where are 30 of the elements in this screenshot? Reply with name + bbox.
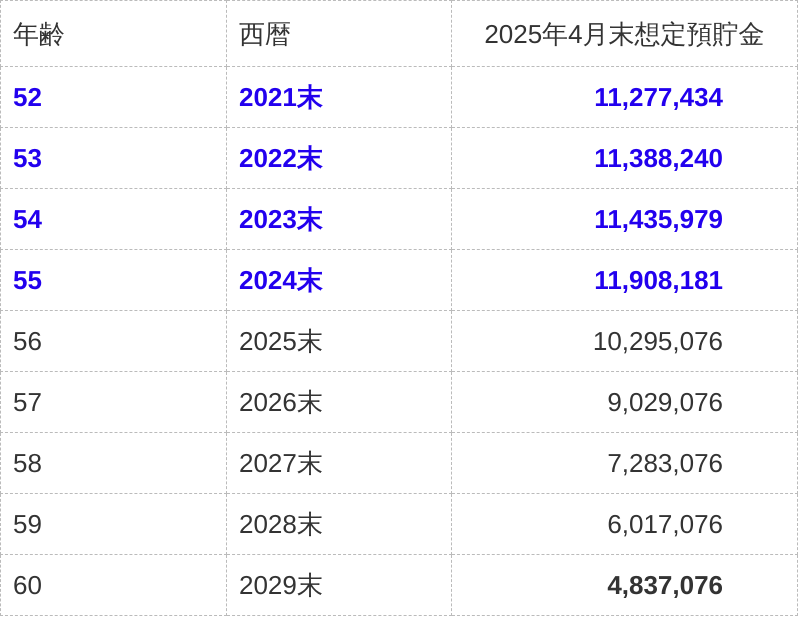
table-cell: 7,283,076 [452,432,798,494]
table-cell: 2026末 [226,372,452,432]
column-header: 年齢 [0,0,226,66]
table-cell: 52 [0,66,226,128]
table-cell: 10,295,076 [452,310,798,372]
column-header: 西暦 [226,0,452,66]
table-cell: 2021末 [226,66,452,128]
table-cell: 2028末 [226,494,452,554]
table-cell: 2029末 [226,554,452,616]
table-cell: 58 [0,432,226,494]
table-cell: 53 [0,128,226,188]
table-cell: 2025末 [226,310,452,372]
table-cell: 11,435,979 [452,188,798,250]
table-cell: 54 [0,188,226,250]
table-cell: 59 [0,494,226,554]
table-cell: 11,388,240 [452,128,798,188]
table-cell: 2023末 [226,188,452,250]
table-cell: 6,017,076 [452,494,798,554]
table-cell: 60 [0,554,226,616]
table-cell: 57 [0,372,226,432]
table-cell: 9,029,076 [452,372,798,432]
table-cell: 2022末 [226,128,452,188]
table-cell: 56 [0,310,226,372]
table-cell: 2027末 [226,432,452,494]
table-cell: 2024末 [226,250,452,310]
column-header: 2025年4月末想定預貯金 [452,0,798,66]
table-cell: 11,277,434 [452,66,798,128]
table-cell: 4,837,076 [452,554,798,616]
table-cell: 55 [0,250,226,310]
table-cell: 11,908,181 [452,250,798,310]
